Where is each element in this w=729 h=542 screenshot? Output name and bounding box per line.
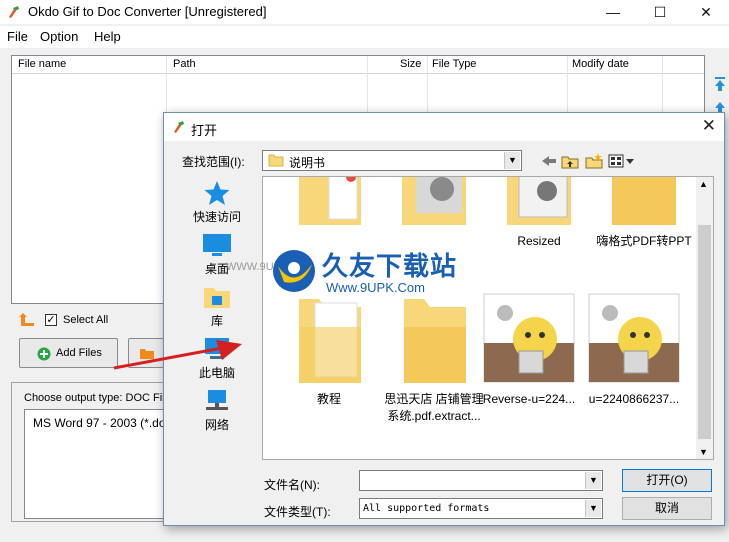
menu-help[interactable]: Help <box>94 29 121 44</box>
look-in-dropdown[interactable]: 说明书 ▼ <box>262 150 522 171</box>
folder-icon <box>299 177 361 225</box>
image-thumbnail-icon <box>588 293 680 383</box>
output-panel: Choose output type: DOC Fil MS Word 97 -… <box>11 382 174 522</box>
cancel-button[interactable]: 取消 <box>622 497 712 520</box>
file-name-input[interactable]: ▼ <box>359 470 603 491</box>
new-folder-icon[interactable] <box>584 152 604 170</box>
folder-icon <box>404 299 466 383</box>
app-logo-icon <box>9 6 19 18</box>
watermark-logo: WWW.9U 久友下载站 Www.9UPK.Com <box>226 244 456 300</box>
place-label: 网络 <box>204 418 229 432</box>
watermark-behind-text: WWW.9U <box>226 261 274 273</box>
file-item-label: Reverse-u=224... <box>482 392 576 406</box>
output-type-label: Choose output type: DOC Fil <box>24 392 165 404</box>
open-file-dialog: 打开 ✕ 查找范围(I): 说明书 ▼ 快速访问 桌面 库 此电脑 网络 Res… <box>163 112 725 526</box>
column-file-name[interactable]: File name <box>18 58 66 70</box>
menu-file[interactable]: File <box>7 29 28 44</box>
watermark-url: Www.9UPK.Com <box>326 280 425 295</box>
column-modify-date[interactable]: Modify date <box>572 58 629 70</box>
file-item[interactable]: Reverse-u=224... <box>479 289 579 419</box>
file-name-label: 文件名(N): <box>264 478 320 492</box>
minimize-button[interactable]: — <box>590 0 636 24</box>
select-all-label: Select All <box>63 314 109 326</box>
output-type-list[interactable]: MS Word 97 - 2003 (*.do <box>24 409 174 519</box>
place-label: 库 <box>210 314 223 328</box>
back-icon[interactable] <box>539 152 559 170</box>
folder-icon <box>612 177 676 225</box>
file-item[interactable]: 嗨格式PDF转PPT <box>594 177 694 267</box>
add-icon <box>37 347 51 361</box>
folder-icon <box>268 154 284 167</box>
close-button[interactable]: ✕ <box>683 0 729 24</box>
scroll-up-icon[interactable]: ▲ <box>699 179 708 189</box>
maximize-button[interactable]: ☐ <box>637 0 683 24</box>
red-pointer-arrow-icon <box>113 340 242 370</box>
add-files-label: Add Files <box>56 347 102 359</box>
folder-icon <box>507 177 571 225</box>
column-file-type[interactable]: File Type <box>432 58 476 70</box>
window-title: Okdo Gif to Doc Converter [Unregistered] <box>28 4 267 19</box>
place-quick-access[interactable]: 快速访问 <box>174 180 260 230</box>
go-up-icon[interactable] <box>18 312 36 328</box>
add-files-button[interactable]: Add Files <box>19 338 118 368</box>
dialog-close-button[interactable]: ✕ <box>702 116 716 136</box>
watermark-brand: 久友下载站 <box>322 251 458 281</box>
output-type-item[interactable]: MS Word 97 - 2003 (*.do <box>33 416 166 430</box>
place-network[interactable]: 网络 <box>174 388 260 438</box>
dialog-title-bar: 打开 ✕ <box>164 113 724 141</box>
look-in-value: 说明书 <box>289 156 326 170</box>
star-icon <box>204 181 230 205</box>
move-top-icon[interactable] <box>713 76 727 92</box>
file-type-value: All supported formats <box>363 503 490 514</box>
dialog-title: 打开 <box>191 123 218 138</box>
file-item[interactable]: Resized <box>489 177 589 267</box>
file-item-label: Resized <box>517 234 561 248</box>
file-item[interactable]: u=2240866237... <box>584 289 684 419</box>
file-item-label: 教程 <box>316 392 341 406</box>
select-all-checkbox[interactable]: ✓ <box>45 314 57 326</box>
image-thumbnail-icon <box>483 293 575 383</box>
vertical-scrollbar[interactable]: ▲ ▼ <box>696 177 713 459</box>
file-type-label: 文件类型(T): <box>264 505 331 519</box>
file-view[interactable]: Resized 嗨格式PDF转PPT 教程 思迅天店 店铺管理系统.pdf.ex… <box>262 176 714 460</box>
column-path[interactable]: Path <box>173 58 196 70</box>
file-item-label: 嗨格式PDF转PPT <box>596 234 692 248</box>
file-item-label: 思迅天店 店铺管理系统.pdf.extract... <box>384 392 484 423</box>
menu-option[interactable]: Option <box>40 29 78 44</box>
app-logo-icon <box>174 121 184 133</box>
folder-icon <box>299 299 361 383</box>
chevron-down-icon[interactable]: ▼ <box>585 500 601 517</box>
scrollbar-thumb[interactable] <box>698 225 711 439</box>
up-folder-icon[interactable] <box>560 152 580 170</box>
open-button[interactable]: 打开(O) <box>622 469 712 492</box>
view-menu-icon[interactable] <box>607 152 637 170</box>
look-in-label: 查找范围(I): <box>182 155 245 169</box>
column-size[interactable]: Size <box>400 58 421 70</box>
file-type-dropdown[interactable]: All supported formats ▼ <box>359 498 603 519</box>
menu-bar: File Option Help <box>0 26 729 48</box>
chevron-down-icon[interactable]: ▼ <box>504 152 520 169</box>
place-label: 快速访问 <box>192 210 241 224</box>
scroll-down-icon[interactable]: ▼ <box>699 447 708 457</box>
title-bar: Okdo Gif to Doc Converter [Unregistered]… <box>0 0 729 24</box>
file-item-label: u=2240866237... <box>588 392 680 406</box>
places-bar: 快速访问 桌面 库 此电脑 网络 <box>174 176 260 462</box>
network-icon <box>206 390 228 410</box>
file-item[interactable]: 思迅天店 店铺管理系统.pdf.extract... <box>384 289 484 423</box>
folder-icon <box>402 177 466 225</box>
chevron-down-icon[interactable]: ▼ <box>585 472 601 489</box>
file-list-header: File name Path Size File Type Modify dat… <box>12 56 704 74</box>
watermark-emblem-icon <box>273 250 315 292</box>
file-item[interactable]: 教程 <box>279 289 379 419</box>
